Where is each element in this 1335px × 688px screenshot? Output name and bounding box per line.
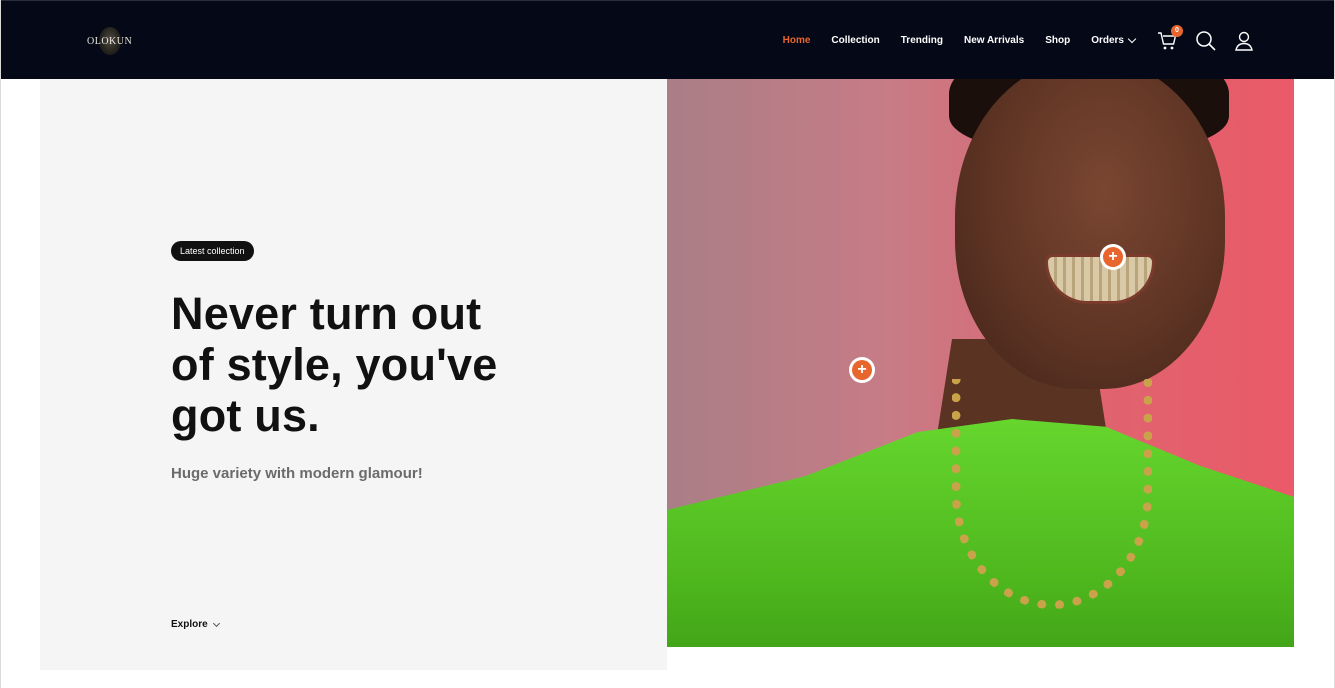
nav-home[interactable]: Home <box>783 35 811 46</box>
nav-orders-label: Orders <box>1091 35 1124 46</box>
cart-button[interactable]: 0 <box>1156 24 1183 53</box>
main-nav: Home Collection Trending New Arrivals Sh… <box>783 1 1334 80</box>
nav-trending[interactable]: Trending <box>901 35 943 46</box>
explore-label: Explore <box>171 619 208 630</box>
chevron-down-icon <box>212 619 220 627</box>
logo-text: OLOKUN <box>87 35 133 47</box>
user-icon <box>1235 31 1253 51</box>
hero-text-panel: Latest collection Never turn out of styl… <box>40 79 667 670</box>
nav-collection[interactable]: Collection <box>831 35 879 46</box>
search-button[interactable] <box>1194 29 1218 53</box>
cart-count-badge: 0 <box>1171 24 1183 37</box>
hero-headline: Never turn out of style, you've got us. <box>171 288 498 441</box>
plus-icon: + <box>857 361 867 378</box>
model-chain-shape <box>952 379 1152 609</box>
top-nav-bar: OLOKUN Home Collection Trending New Arri… <box>1 0 1334 79</box>
latest-collection-badge: Latest collection <box>171 241 254 261</box>
account-button[interactable] <box>1232 29 1256 53</box>
search-icon <box>1196 30 1216 51</box>
nav-new-arrivals[interactable]: New Arrivals <box>964 35 1024 46</box>
page: OLOKUN Home Collection Trending New Arri… <box>0 0 1335 688</box>
brand-logo[interactable]: OLOKUN <box>87 27 132 55</box>
chevron-down-icon <box>1127 34 1137 43</box>
hero-product-image: + + <box>667 79 1294 647</box>
plus-icon: + <box>1108 248 1118 265</box>
model-face-shape <box>955 79 1225 389</box>
hero-subtitle: Huge variety with modern glamour! <box>171 465 423 482</box>
nav-shop[interactable]: Shop <box>1045 35 1070 46</box>
explore-link[interactable]: Explore <box>171 619 220 630</box>
product-hotspot-grillz[interactable]: + <box>1100 244 1126 270</box>
nav-orders[interactable]: Orders <box>1091 34 1137 46</box>
product-hotspot-jacket[interactable]: + <box>849 357 875 383</box>
